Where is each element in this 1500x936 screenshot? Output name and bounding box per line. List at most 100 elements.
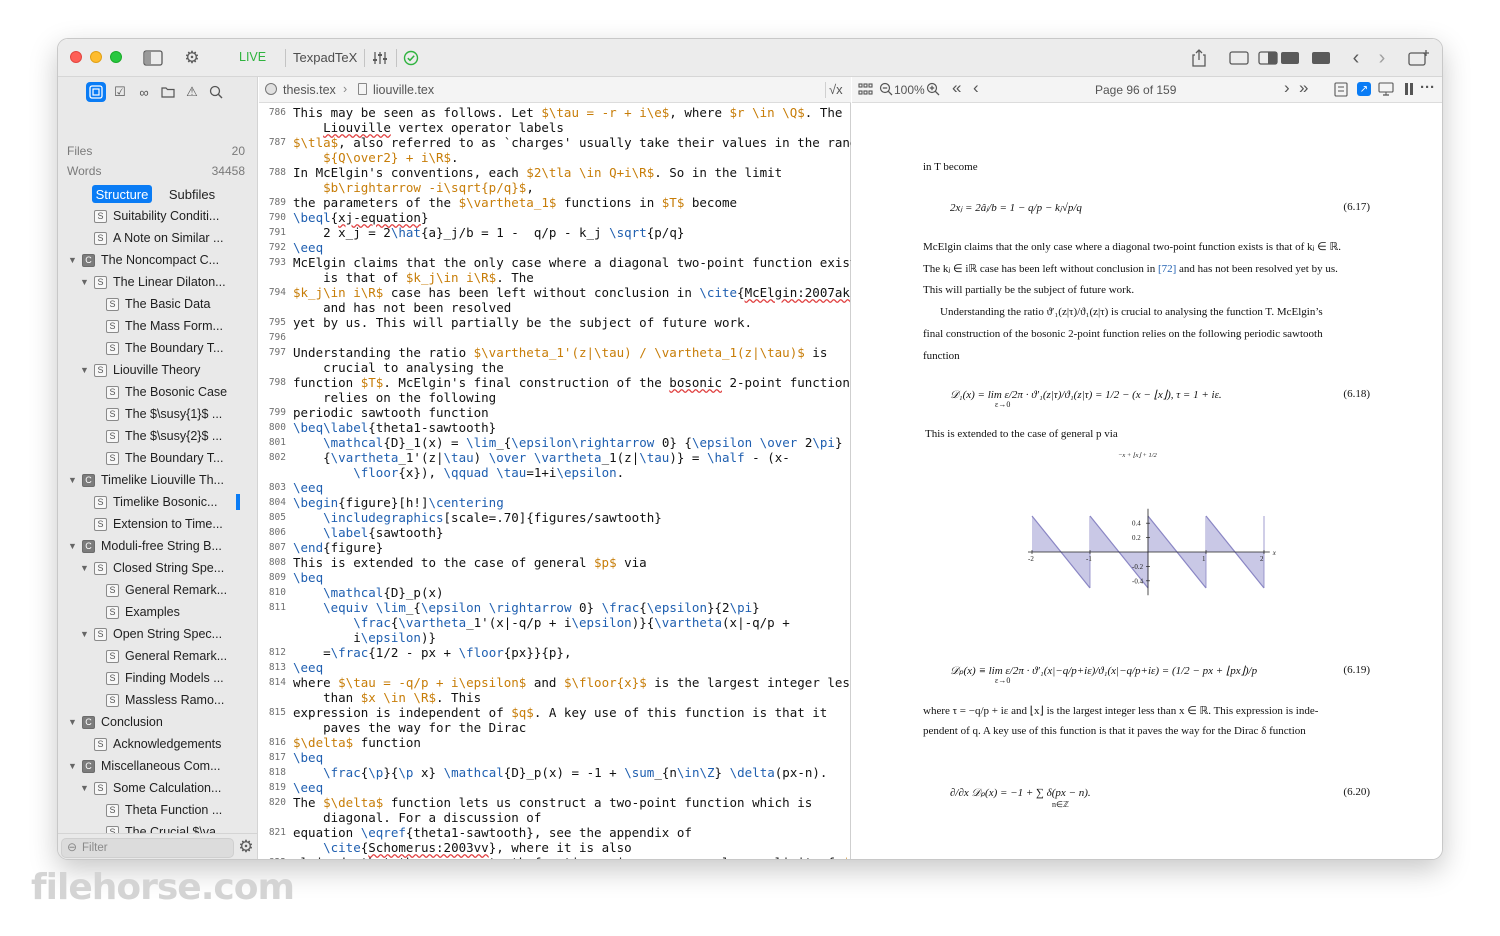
tree-item[interactable]: S Acknowledgements [58, 733, 257, 755]
tree-item[interactable]: S The Basic Data [58, 293, 257, 315]
latex-command: \label [323, 525, 369, 540]
equation-subscript: ε→0 [995, 676, 1011, 685]
tree-item[interactable]: ▼ C Miscellaneous Com... [58, 755, 257, 777]
chevron-down-icon[interactable]: ▼ [80, 563, 89, 573]
chevron-down-icon[interactable]: ▼ [80, 783, 89, 793]
code-text: {theta1-sawtooth}, see the appendix of [405, 825, 692, 840]
check-status-icon[interactable] [401, 47, 421, 69]
chevron-down-icon[interactable]: ▼ [68, 717, 77, 727]
auto-scroll-icon[interactable]: ↗ [1357, 82, 1371, 96]
chevron-down-icon[interactable]: ▼ [80, 365, 89, 375]
app-window: ⚙ LIVE TexpadTeX ‹ › ☑ ∞ ⚠ Files 20 Word… [57, 38, 1443, 860]
tree-item[interactable]: S Theta Function ... [58, 799, 257, 821]
settings-gear-icon[interactable]: ⚙ [180, 47, 204, 69]
new-window-icon[interactable] [1408, 47, 1430, 69]
link-icon[interactable]: ∞ [134, 82, 154, 102]
math-sqrt-button[interactable]: √x [829, 82, 843, 97]
sync-icon[interactable] [1334, 82, 1348, 100]
pause-icon[interactable] [1404, 82, 1414, 99]
tree-item[interactable]: S The Mass Form... [58, 315, 257, 337]
tab-subfiles[interactable]: Subfiles [158, 185, 226, 203]
tree-item[interactable]: S Extension to Time... [58, 513, 257, 535]
engine-selector[interactable]: TexpadTeX [293, 50, 357, 65]
chevron-down-icon[interactable]: ▼ [68, 541, 77, 551]
citation-link[interactable]: [72] [1158, 263, 1176, 275]
tree-item[interactable]: S Timelike Bosonic... [58, 491, 257, 513]
search-icon[interactable] [206, 82, 226, 102]
tree-item[interactable]: ▼ C The Noncompact C... [58, 249, 257, 271]
code-text: expression is independent of [293, 705, 512, 720]
display-icon[interactable] [1378, 82, 1394, 99]
equation-6-17: 2xⱼ = 2âⱼ/b = 1 − q/p − kⱼ√p/q [950, 202, 1082, 214]
curve-label: −x + ⌊x⌋ + 1/2 [1118, 452, 1158, 459]
tree-item[interactable]: ▼ S Open String Spec... [58, 623, 257, 645]
words-label: Words [67, 164, 102, 178]
tree-item[interactable]: ▼ S Closed String Spe... [58, 557, 257, 579]
code-text: equation [293, 825, 361, 840]
breadcrumb-parent[interactable]: thesis.tex [283, 83, 336, 97]
latex-math: $\tla$ [293, 135, 339, 150]
prev-page-icon[interactable]: ‹ [973, 78, 979, 98]
first-page-icon[interactable]: « [952, 78, 961, 98]
minimize-window-button[interactable] [90, 51, 102, 63]
close-window-button[interactable] [70, 51, 82, 63]
checklist-icon[interactable]: ☑ [110, 82, 130, 102]
chevron-down-icon[interactable]: ▼ [68, 255, 77, 265]
filter-settings-gear-icon[interactable]: ⚙ [236, 837, 256, 857]
breadcrumb-file[interactable]: liouville.tex [373, 83, 434, 97]
tree-item[interactable]: S Suitability Conditi... [58, 205, 257, 227]
folder-icon[interactable] [158, 82, 178, 102]
zoom-in-icon[interactable] [926, 82, 940, 99]
zoom-window-button[interactable] [110, 51, 122, 63]
filter-field[interactable]: ⊖ Filter [61, 838, 234, 858]
chevron-down-icon[interactable]: ▼ [68, 475, 77, 485]
tree-item[interactable]: S The Bosonic Case [58, 381, 257, 403]
tree-item[interactable]: S General Remark... [58, 579, 257, 601]
warning-icon[interactable]: ⚠ [182, 82, 202, 102]
tree-item[interactable]: ▼ S Liouville Theory [58, 359, 257, 381]
tree-item[interactable]: S Examples [58, 601, 257, 623]
back-chevron-icon[interactable]: ‹ [1348, 47, 1364, 69]
layout-preview-only-icon[interactable] [1310, 47, 1332, 69]
layout-editor-only-icon[interactable] [1228, 47, 1250, 69]
structure-view-icon[interactable] [86, 82, 106, 102]
chevron-down-icon[interactable]: ▼ [68, 761, 77, 771]
tree-item[interactable]: ▼ S Some Calculation... [58, 777, 257, 799]
thumbnails-grid-icon[interactable] [858, 83, 873, 99]
pdf-text-line: This will partially be the subject of fu… [923, 284, 1135, 296]
code-line: 2 x_j = 2\hat{a}_j/b = 1 - q/p - k_j \sq… [293, 225, 684, 240]
forward-chevron-icon[interactable]: › [1374, 47, 1390, 69]
tree-item[interactable]: S The Boundary T... [58, 447, 257, 469]
next-page-icon[interactable]: › [1284, 78, 1290, 98]
latex-command: \mathcal [443, 765, 504, 780]
layout-split-icon[interactable] [1257, 47, 1301, 69]
latex-command: \floor [458, 645, 504, 660]
tree-item[interactable]: S Massless Ramo... [58, 689, 257, 711]
chevron-down-icon[interactable]: ▼ [80, 277, 89, 287]
tree-item[interactable]: S General Remark... [58, 645, 257, 667]
sidebar-toggle-icon[interactable] [142, 47, 164, 69]
live-toggle[interactable]: LIVE [239, 50, 266, 64]
tree-item[interactable]: ▼ C Conclusion [58, 711, 257, 733]
last-page-icon[interactable]: » [1299, 78, 1308, 98]
tree-item[interactable]: S The $\susy{2}$ ... [58, 425, 257, 447]
code-area[interactable]: 786 This may be seen as follows. Let $\ta… [259, 103, 851, 859]
latex-command: \epsilon [646, 600, 707, 615]
share-icon[interactable] [1188, 47, 1210, 69]
tree-item[interactable]: ▼ C Timelike Liouville Th... [58, 469, 257, 491]
line-number: 795 [268, 317, 286, 328]
tree-item-label: A Note on Similar ... [113, 231, 224, 245]
tree-item[interactable]: ▼ S The Linear Dilaton... [58, 271, 257, 293]
code-text: 2 [797, 435, 813, 450]
more-options-icon[interactable]: ··· [1420, 79, 1435, 96]
tree-item[interactable]: S The Boundary T... [58, 337, 257, 359]
tree-item[interactable]: S Finding Models ... [58, 667, 257, 689]
tree-item[interactable]: S The $\susy{1}$ ... [58, 403, 257, 425]
tree-item[interactable]: ▼ C Moduli-free String B... [58, 535, 257, 557]
tree-item[interactable]: S A Note on Similar ... [58, 227, 257, 249]
chevron-down-icon[interactable]: ▼ [80, 629, 89, 639]
zoom-out-icon[interactable] [879, 82, 893, 99]
tree-item-label: Examples [125, 605, 180, 619]
tab-structure[interactable]: Structure [92, 185, 152, 203]
typeset-settings-icon[interactable] [370, 47, 390, 69]
